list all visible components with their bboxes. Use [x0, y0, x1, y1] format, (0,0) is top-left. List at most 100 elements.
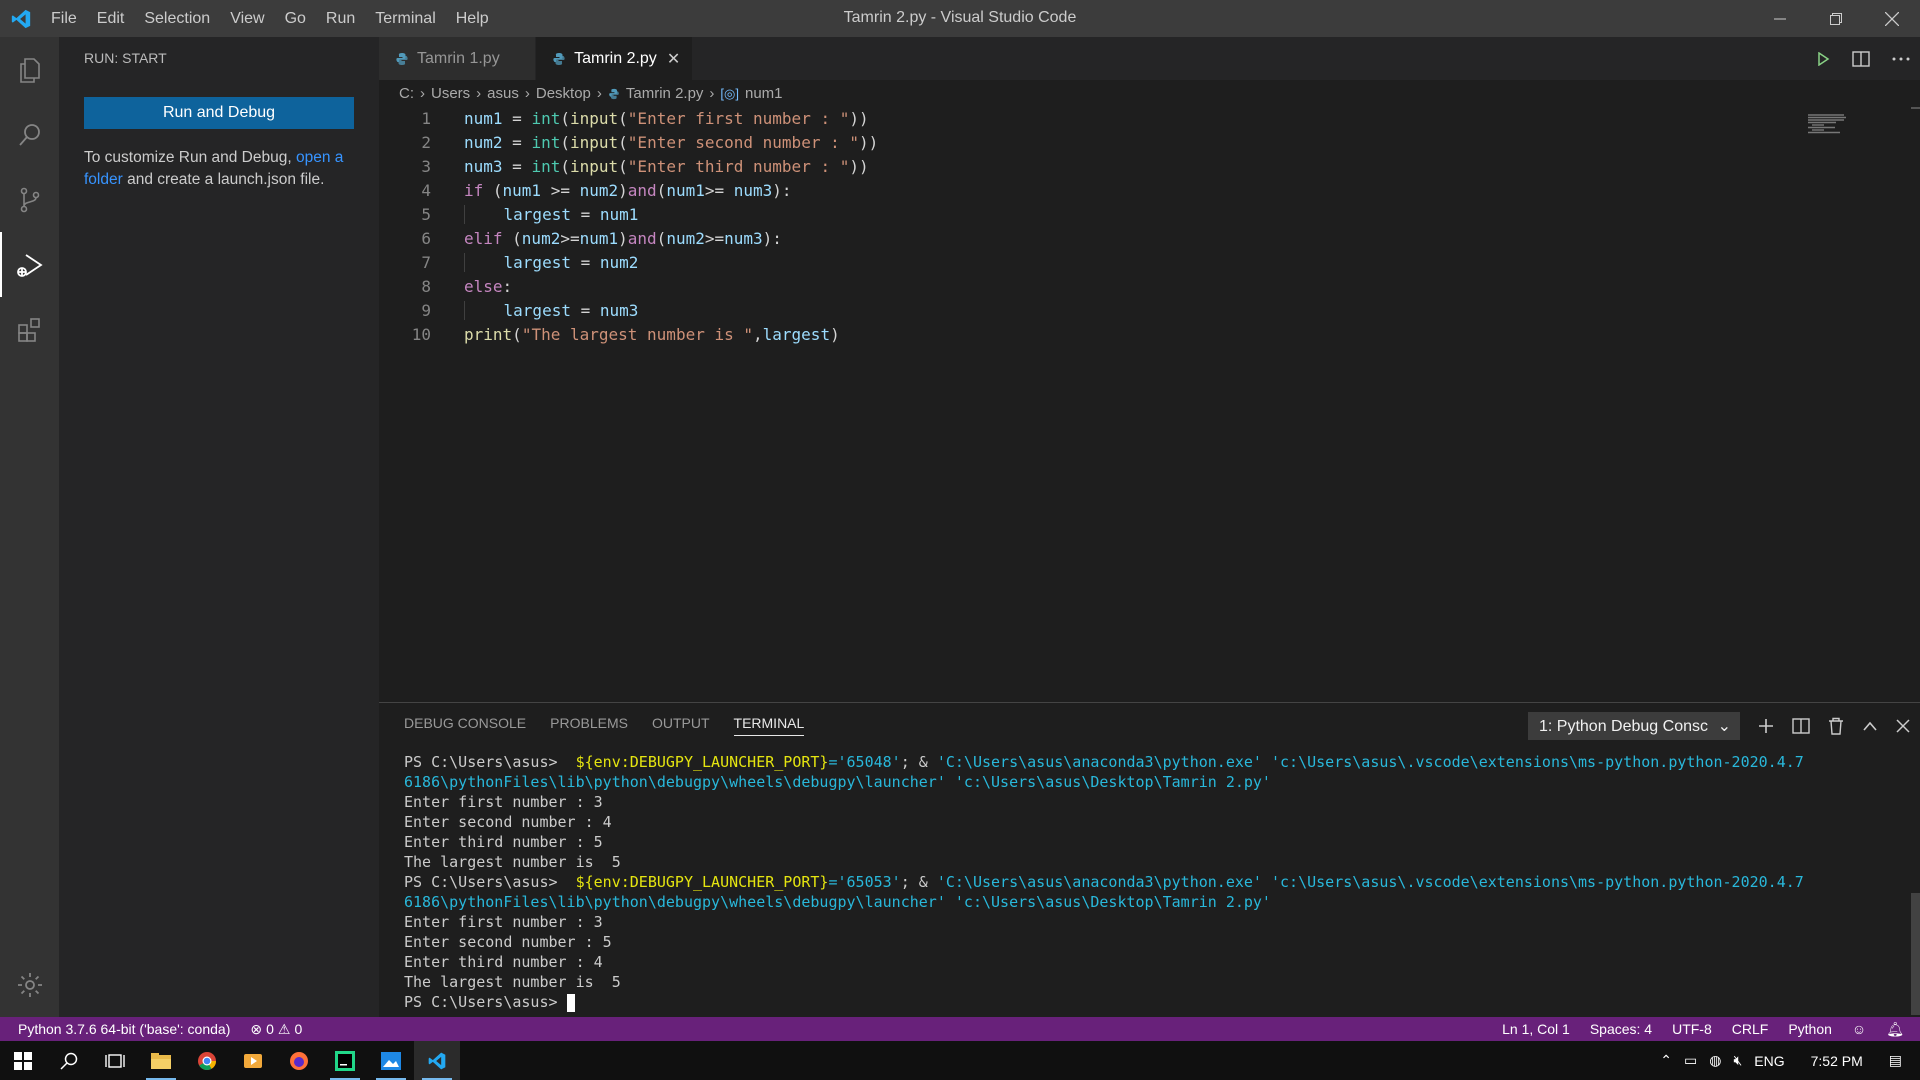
restore-button[interactable]: [1808, 0, 1864, 37]
maximize-panel-icon[interactable]: [1862, 720, 1878, 732]
window-controls: [1752, 0, 1920, 37]
code-line: 3 num3 = int(input("Enter third number : …: [379, 155, 1799, 179]
end-of-line[interactable]: CRLF: [1732, 1021, 1769, 1037]
terminal-output[interactable]: PS C:\Users\asus> ${env:DEBUGPY_LAUNCHER…: [404, 752, 1904, 1012]
explorer-icon[interactable]: [0, 37, 59, 102]
menu-terminal[interactable]: Terminal: [365, 0, 445, 37]
problems-indicator[interactable]: ⊗ 0 ⚠ 0: [250, 1021, 302, 1038]
source-control-icon[interactable]: [0, 167, 59, 232]
breadcrumb-item[interactable]: C:: [399, 80, 414, 107]
terminal-env-var: ${env:DEBUGPY_LAUNCHER_PORT}: [575, 873, 829, 891]
terminal-scrollbar[interactable]: [1911, 893, 1920, 1015]
file-explorer-icon[interactable]: [138, 1041, 184, 1080]
split-editor-icon[interactable]: [1852, 50, 1870, 67]
firefox-icon[interactable]: [276, 1041, 322, 1080]
run-file-icon[interactable]: [1816, 51, 1830, 66]
breadcrumb-item[interactable]: Desktop: [536, 80, 591, 107]
terminal-python-path: 'C:\Users\asus\anaconda3\python.exe': [936, 873, 1262, 891]
bell-icon[interactable]: 🔔︎: [1886, 1021, 1904, 1038]
minimap[interactable]: [1808, 113, 1850, 135]
python-interpreter[interactable]: Python 3.7.6 64-bit ('base': conda): [18, 1021, 230, 1037]
terminal-script-path: 'c:\Users\asus\Desktop\Tamrin 2.py': [954, 893, 1271, 911]
trash-icon[interactable]: [1828, 717, 1844, 735]
code-line: 1 num1 = int(input("Enter first number : …: [379, 107, 1799, 131]
terminal-cursor: [566, 993, 575, 1012]
editor-actions: [1816, 37, 1910, 80]
editor-scrollbar[interactable]: [1911, 107, 1920, 109]
tab-tamrin-1[interactable]: Tamrin 1.py ✕: [379, 37, 536, 80]
cursor-position[interactable]: Ln 1, Col 1: [1502, 1021, 1570, 1037]
terminal-amp: ; &: [900, 873, 928, 891]
code-editor[interactable]: 1 num1 = int(input("Enter first number : …: [379, 107, 1799, 347]
feedback-icon[interactable]: ☺: [1852, 1021, 1866, 1037]
code-text: if (num1 >= num2)and(num1>= num3):: [464, 181, 792, 200]
terminal-prompt: PS C:\Users\asus>: [404, 753, 558, 771]
error-icon: ⊗: [250, 1020, 263, 1037]
language-indicator[interactable]: ENG: [1754, 1053, 1784, 1069]
run-debug-icon[interactable]: [0, 232, 59, 297]
split-terminal-icon[interactable]: [1792, 718, 1810, 734]
line-number: 5: [421, 205, 431, 224]
volume-muted-icon[interactable]: 🔇︎: [1733, 1052, 1742, 1069]
breadcrumb-item[interactable]: Users: [431, 80, 470, 107]
settings-gear-icon[interactable]: [0, 952, 59, 1017]
search-icon[interactable]: [46, 1041, 92, 1080]
breadcrumb-symbol[interactable]: num1: [745, 80, 783, 107]
search-icon[interactable]: [0, 102, 59, 167]
bottom-panel: DEBUG CONSOLE PROBLEMS OUTPUT TERMINAL 1…: [379, 702, 1920, 1017]
minimize-button[interactable]: [1752, 0, 1808, 37]
windows-start-icon[interactable]: [0, 1041, 46, 1080]
terminal-line: Enter third number : 5: [404, 833, 603, 851]
symbol-variable-icon: [◎]: [720, 86, 739, 101]
sidebar-header: RUN: START: [84, 50, 167, 66]
more-actions-icon[interactable]: [1892, 56, 1910, 62]
indentation[interactable]: Spaces: 4: [1590, 1021, 1652, 1037]
photos-icon[interactable]: [368, 1041, 414, 1080]
terminal-line: Enter third number : 4: [404, 953, 603, 971]
chrome-icon[interactable]: [184, 1041, 230, 1080]
clock[interactable]: 7:52 PM: [1811, 1053, 1863, 1069]
pycharm-icon[interactable]: [322, 1041, 368, 1080]
chevron-up-icon[interactable]: ⌃: [1660, 1052, 1672, 1069]
close-tab-icon[interactable]: ✕: [667, 49, 680, 69]
menu-selection[interactable]: Selection: [134, 0, 220, 37]
chevron-down-icon: ⌄: [1717, 718, 1731, 735]
terminal-line: Enter first number : 3: [404, 913, 603, 931]
breadcrumb-item[interactable]: asus: [487, 80, 519, 107]
tab-terminal[interactable]: TERMINAL: [733, 715, 805, 736]
code-line: 5 largest = num1: [379, 203, 1799, 227]
notification-icon[interactable]: ▤: [1889, 1052, 1902, 1069]
terminal-select[interactable]: 1: Python Debug Consc ⌄: [1528, 712, 1740, 740]
encoding[interactable]: UTF-8: [1672, 1021, 1712, 1037]
menu-help[interactable]: Help: [446, 0, 499, 37]
terminal-prompt: PS C:\Users\asus>: [404, 993, 558, 1011]
breadcrumb-item[interactable]: Tamrin 2.py: [626, 80, 704, 107]
extensions-icon[interactable]: [0, 297, 59, 362]
menu-go[interactable]: Go: [275, 0, 316, 37]
media-player-icon[interactable]: [230, 1041, 276, 1080]
menu-file[interactable]: File: [41, 0, 87, 37]
run-and-debug-button[interactable]: Run and Debug: [84, 97, 354, 129]
tab-problems[interactable]: PROBLEMS: [550, 715, 628, 731]
terminal-line: PS C:\Users\asus> ${env:DEBUGPY_LAUNCHER…: [404, 752, 1904, 772]
menu-view[interactable]: View: [220, 0, 274, 37]
task-view-icon[interactable]: [92, 1041, 138, 1080]
windows-taskbar: ⌃ ▭ ◍ 🔇︎ ENG 7:52 PM ▤: [0, 1041, 1920, 1080]
line-number: 4: [421, 181, 431, 200]
new-terminal-icon[interactable]: [1758, 718, 1774, 734]
globe-icon[interactable]: ◍: [1709, 1052, 1721, 1069]
sidebar-help-text: To customize Run and Debug, open a folde…: [84, 147, 369, 191]
tab-output[interactable]: OUTPUT: [652, 715, 710, 731]
close-window-button[interactable]: [1864, 0, 1920, 37]
line-number: 7: [421, 253, 431, 272]
terminal-line: Enter first number : 3: [404, 793, 603, 811]
language-mode[interactable]: Python: [1788, 1021, 1832, 1037]
menu-run[interactable]: Run: [316, 0, 365, 37]
battery-icon[interactable]: ▭: [1684, 1052, 1697, 1069]
close-panel-icon[interactable]: [1896, 719, 1910, 733]
vscode-taskbar-icon[interactable]: [414, 1041, 460, 1080]
tab-debug-console[interactable]: DEBUG CONSOLE: [404, 715, 526, 731]
menu-edit[interactable]: Edit: [87, 0, 135, 37]
tab-tamrin-2[interactable]: Tamrin 2.py ✕: [536, 37, 693, 80]
status-bar: Python 3.7.6 64-bit ('base': conda) ⊗ 0 ⚠…: [0, 1017, 1920, 1041]
